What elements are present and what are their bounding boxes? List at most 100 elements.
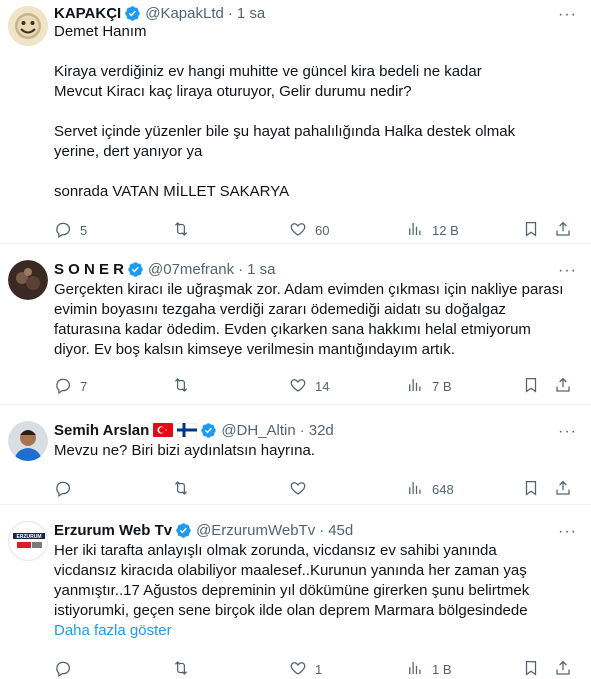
action-bar: 7 14 7 B	[54, 370, 579, 402]
reply-icon	[54, 376, 72, 397]
tweet-line: yerine, dert yanıyor ya	[54, 143, 203, 160]
reply-button[interactable]	[54, 659, 80, 679]
share-icon	[554, 659, 572, 679]
tweet-line: yanmıştır..17 Ağustos depreminin yıl dök…	[54, 582, 530, 599]
tweet-text: Demet Hanım Kiraya verdiğiniz ev hangi m…	[54, 22, 579, 202]
handle[interactable]: @DH_Altin	[221, 422, 295, 439]
like-button[interactable]: 1	[289, 659, 322, 679]
views-button[interactable]: 1 B	[406, 659, 452, 679]
action-bar: 5 60 12 B	[54, 214, 579, 246]
like-button[interactable]	[289, 479, 315, 500]
verified-icon	[124, 5, 141, 22]
action-bar: 1 1 B	[54, 653, 579, 679]
tweet-line: Kiraya verdiğiniz ev hangi muhitte ve gü…	[54, 63, 482, 80]
tweet-line: Demet Hanım	[54, 23, 147, 40]
timestamp[interactable]: 1 sa	[237, 5, 265, 22]
views-button[interactable]: 12 B	[406, 220, 459, 241]
timestamp[interactable]: 45d	[328, 522, 353, 539]
turkey-flag-icon	[153, 423, 174, 437]
reply-icon	[54, 479, 72, 500]
share-button[interactable]	[554, 659, 572, 679]
retweet-button[interactable]	[172, 376, 198, 397]
bookmark-icon	[522, 659, 540, 679]
tweet-line: Servet içinde yüzenler bile şu hayat pah…	[54, 123, 516, 140]
more-icon[interactable]: ···	[558, 6, 577, 24]
retweet-icon	[172, 220, 190, 241]
separator-dot: ·	[319, 521, 325, 539]
tweet-line: diyor. Ev boş kalsın kimseye verilmesin …	[54, 341, 455, 358]
views-count: 1 B	[432, 661, 452, 677]
views-icon	[406, 659, 424, 679]
more-icon[interactable]: ···	[558, 423, 577, 441]
reply-button[interactable]: 7	[54, 376, 87, 397]
retweet-button[interactable]	[172, 220, 198, 241]
share-icon	[554, 376, 572, 397]
tweet[interactable]: S O N E R @07mefrank · 1 sa ··· Gerçekte…	[0, 244, 591, 405]
reply-icon	[54, 659, 72, 679]
avatar[interactable]	[8, 421, 48, 461]
like-icon	[289, 220, 307, 241]
separator-dot: ·	[238, 260, 244, 278]
like-count: 14	[315, 378, 330, 394]
like-button[interactable]: 14	[289, 376, 329, 397]
show-more-link[interactable]: Daha fazla göster	[54, 621, 579, 641]
like-icon	[289, 376, 307, 397]
like-icon	[289, 659, 307, 679]
timestamp[interactable]: 1 sa	[247, 261, 275, 278]
avatar[interactable]	[8, 6, 48, 46]
share-icon	[554, 479, 572, 500]
handle[interactable]: @KapakLtd	[145, 5, 224, 22]
avatar-text: ERZURUM	[17, 534, 42, 540]
reply-button[interactable]	[54, 479, 80, 500]
action-bar: 648	[54, 473, 579, 505]
views-count: 7 B	[432, 378, 452, 394]
views-button[interactable]: 648	[406, 479, 454, 500]
like-button[interactable]: 60	[289, 220, 329, 241]
display-name[interactable]: KAPAKÇI	[54, 5, 121, 22]
views-icon	[406, 376, 424, 397]
display-name[interactable]: Erzurum Web Tv	[54, 522, 172, 539]
views-button[interactable]: 7 B	[406, 376, 452, 397]
bookmark-button[interactable]	[522, 659, 540, 679]
display-name[interactable]: Semih Arslan	[54, 422, 149, 439]
tweet-line: Mevcut Kiracı kaç liraya oturuyor, Gelir…	[54, 83, 412, 100]
like-count: 1	[315, 661, 323, 677]
like-count: 60	[315, 222, 330, 238]
bookmark-button[interactable]	[522, 479, 540, 500]
views-icon	[406, 220, 424, 241]
reply-button[interactable]: 5	[54, 220, 87, 241]
share-button[interactable]	[554, 376, 572, 397]
avatar[interactable]	[8, 260, 48, 300]
tweet-text: Mevzu ne? Biri bizi aydınlatsın hayrına.	[54, 441, 579, 461]
tweet-line	[54, 102, 579, 122]
retweet-icon	[172, 659, 190, 679]
handle[interactable]: @ErzurumWebTv	[196, 522, 315, 539]
verified-icon	[175, 522, 192, 539]
display-name[interactable]: S O N E R	[54, 261, 124, 278]
tweet-line: Mevzu ne? Biri bizi aydınlatsın hayrına.	[54, 442, 315, 459]
tweet-line	[54, 162, 579, 182]
verified-icon	[200, 422, 217, 439]
tweet[interactable]: KAPAKÇI @KapakLtd · 1 sa ··· Demet Hanım…	[0, 0, 591, 244]
share-button[interactable]	[554, 479, 572, 500]
reply-count: 7	[80, 378, 88, 394]
reply-icon	[54, 220, 72, 241]
views-icon	[406, 479, 424, 500]
tweet[interactable]: Semih Arslan @DH_Altin · 32d ··· Mevzu n…	[0, 405, 591, 505]
more-icon[interactable]: ···	[558, 262, 577, 280]
timestamp[interactable]: 32d	[309, 422, 334, 439]
bookmark-button[interactable]	[522, 376, 540, 397]
finland-flag-icon	[177, 422, 198, 438]
avatar[interactable]: ERZURUM	[8, 521, 48, 561]
tweet[interactable]: ERZURUM Erzurum Web Tv @ErzurumWebTv · 4…	[0, 505, 591, 679]
retweet-icon	[172, 376, 190, 397]
retweet-button[interactable]	[172, 479, 198, 500]
tweet-line: Her iki tarafta anlayışlı olmak zorunda,…	[54, 542, 497, 559]
handle[interactable]: @07mefrank	[148, 261, 234, 278]
bookmark-button[interactable]	[522, 220, 540, 241]
share-button[interactable]	[554, 220, 572, 241]
bookmark-icon	[522, 376, 540, 397]
more-icon[interactable]: ···	[558, 523, 577, 541]
views-count: 648	[432, 481, 454, 497]
retweet-button[interactable]	[172, 659, 198, 679]
